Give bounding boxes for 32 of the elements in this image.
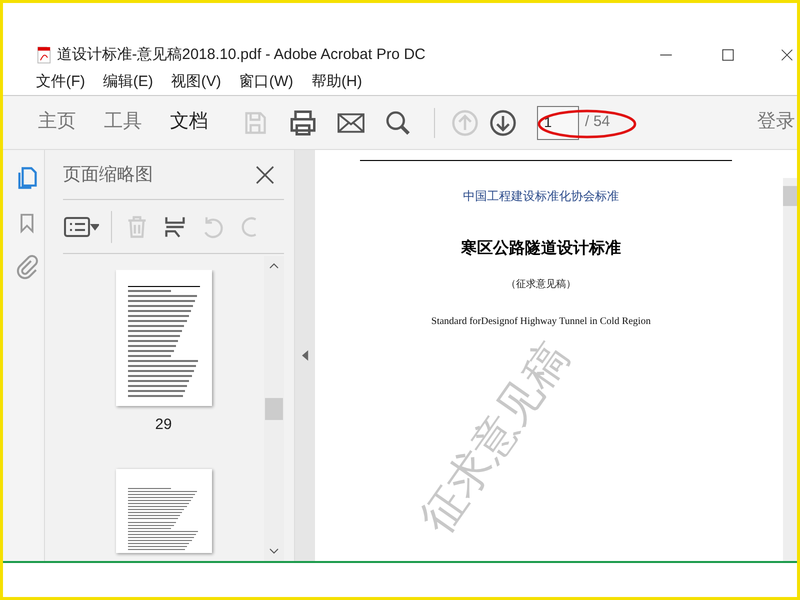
scrollbar-thumb[interactable] <box>783 186 797 206</box>
page-total: / 54 <box>585 112 610 132</box>
page-number-label: 29 <box>155 415 172 435</box>
menu-item[interactable]: 文件(F) <box>36 71 86 94</box>
scrollbar[interactable] <box>783 178 797 561</box>
menu-item[interactable]: 窗口(W) <box>239 71 294 94</box>
page-thumbnail[interactable] <box>116 270 212 406</box>
document-text: Standard forDesignof Highway Tunnel in Cold Region <box>431 315 651 329</box>
options-menu-icon[interactable] <box>63 214 99 238</box>
menu-item[interactable]: 帮助(H) <box>311 71 362 94</box>
pdf-file-icon <box>37 46 51 64</box>
tab[interactable]: 工具 <box>104 108 142 137</box>
scrollbar-thumb[interactable] <box>265 398 283 420</box>
menu-item[interactable]: 视图(V) <box>171 71 222 94</box>
scrollbar[interactable] <box>264 256 284 561</box>
close-icon[interactable] <box>780 48 794 62</box>
panel-title: 页面缩略图 <box>63 163 154 186</box>
paperclip-icon[interactable] <box>14 254 38 280</box>
document-text: 中国工程建设标准化协会标准 <box>463 188 619 205</box>
print-icon[interactable] <box>288 108 318 138</box>
tab[interactable]: 主页 <box>38 108 76 137</box>
window-title: 道设计标准-意见稿2018.10.pdf - Adobe Acrobat Pro DC <box>57 44 426 65</box>
document-text: （征求意见稿） <box>506 278 576 292</box>
collapse-arrow-icon[interactable] <box>302 350 308 361</box>
tab[interactable]: 文档 <box>170 108 208 137</box>
search-icon[interactable] <box>384 108 412 136</box>
maximize-icon[interactable] <box>721 48 735 62</box>
document-title: 寒区公路隧道设计标准 <box>461 238 621 259</box>
menu-item[interactable]: 编辑(E) <box>103 71 154 94</box>
close-icon[interactable] <box>254 164 276 186</box>
sign-in-link[interactable]: 登录 <box>757 108 795 137</box>
page-thumbnail[interactable] <box>116 468 212 552</box>
